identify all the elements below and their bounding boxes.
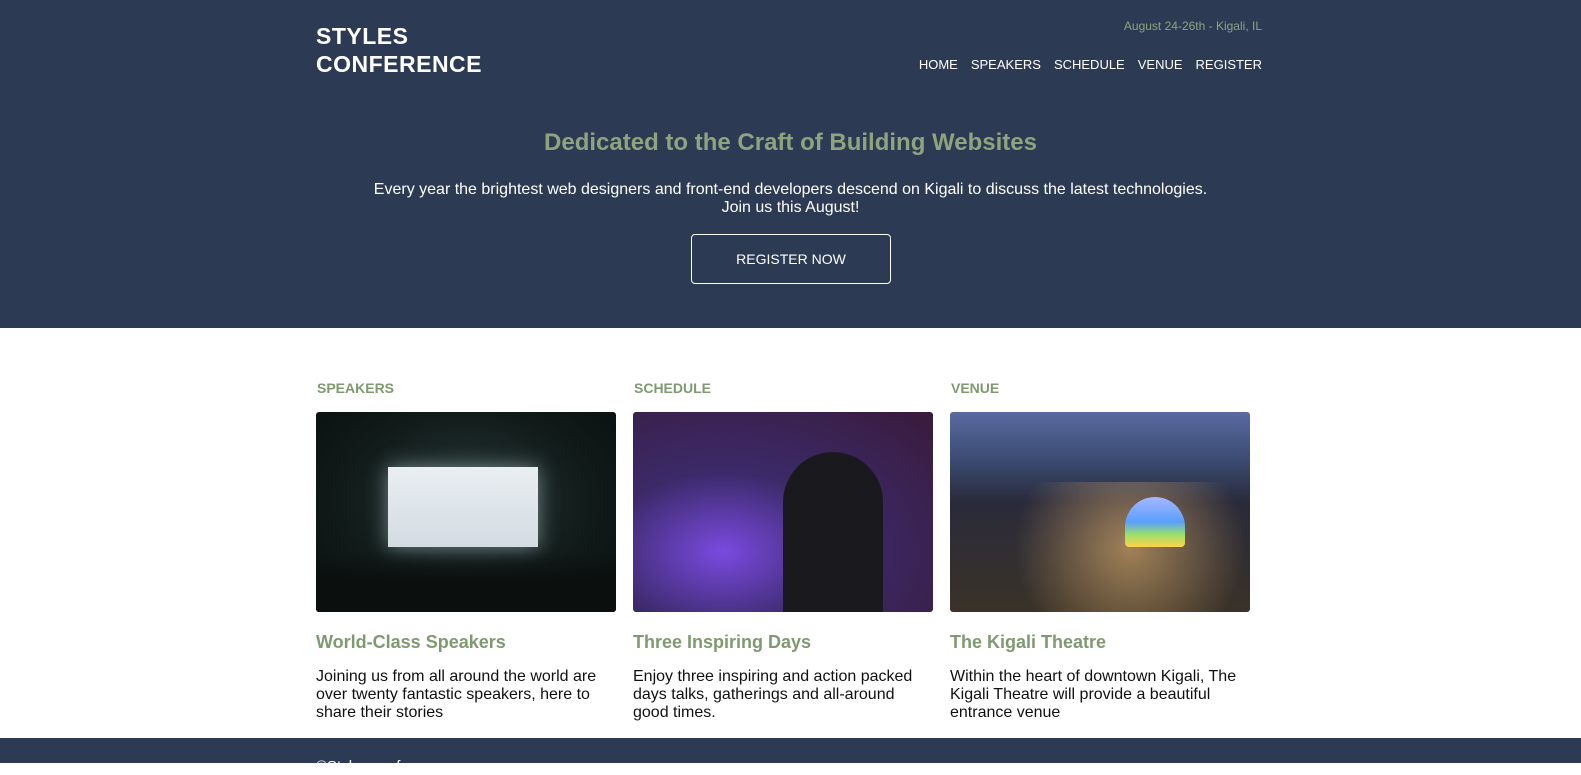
card-title: The Kigali Theatre — [950, 632, 1107, 652]
venue-card: VENUE The Kigali Theatre Within the hear… — [950, 380, 1250, 722]
card-label[interactable]: SCHEDULE — [633, 380, 933, 398]
speakers-image — [316, 412, 616, 612]
date-location: August 24-26th - Kigali, IL — [1123, 19, 1262, 33]
speakers-card: SPEAKERS World-Class Speakers Joining us… — [316, 380, 616, 722]
nav-venue[interactable]: VENUE — [1138, 57, 1183, 72]
card-text: Within the heart of downtown Kigali, The… — [950, 668, 1237, 721]
nav-register[interactable]: REGISTER — [1196, 57, 1262, 72]
schedule-card: SCHEDULE Three Inspiring Days Enjoy thre… — [633, 380, 933, 722]
logo-line1: STYLES — [316, 23, 409, 49]
logo-line2: CONFERENCE — [316, 51, 483, 77]
card-title: Three Inspiring Days — [633, 632, 812, 652]
hero-text-line1: Every year the brightest web designers a… — [373, 181, 1208, 198]
footer: ©Styles conf — [0, 738, 1581, 775]
card-title: World-Class Speakers — [316, 632, 506, 652]
card-text: Joining us from all around the world are… — [316, 668, 597, 721]
site-logo[interactable]: STYLES CONFERENCE — [316, 22, 482, 78]
register-now-button[interactable]: REGISTER NOW — [691, 234, 891, 284]
footer-text: ©Styles conf — [316, 758, 401, 775]
hero-text-line2: Join us this August! — [721, 199, 860, 216]
venue-image — [950, 412, 1250, 612]
nav-home[interactable]: HOME — [919, 57, 958, 72]
nav-schedule[interactable]: SCHEDULE — [1054, 57, 1125, 72]
card-label[interactable]: SPEAKERS — [316, 380, 616, 398]
hero-section: STYLES CONFERENCE August 24-26th - Kigal… — [0, 0, 1581, 328]
schedule-image — [633, 412, 933, 612]
card-text: Enjoy three inspiring and action packed … — [633, 668, 913, 721]
nav-speakers[interactable]: SPEAKERS — [971, 57, 1041, 72]
card-label[interactable]: VENUE — [950, 380, 1250, 398]
main-nav: HOME SPEAKERS SCHEDULE VENUE REGISTER — [919, 57, 1262, 72]
hero-title: Dedicated to the Craft of Building Websi… — [544, 129, 1037, 156]
hero-text: Every year the brightest web designers a… — [0, 181, 1581, 217]
